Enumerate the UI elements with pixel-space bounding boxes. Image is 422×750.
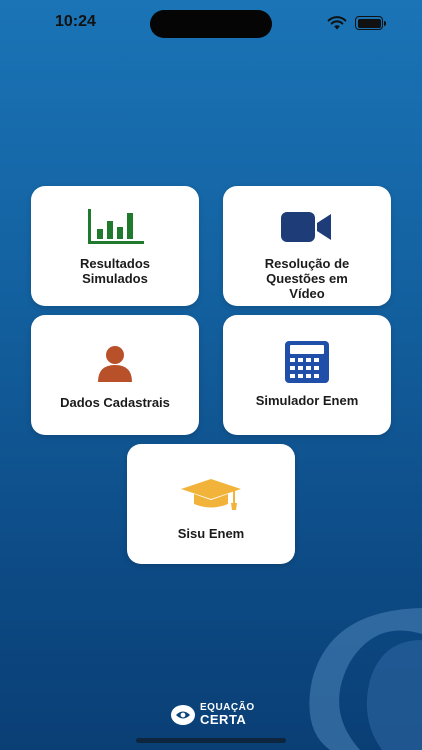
graduation-cap-icon	[181, 479, 241, 510]
tile-dados-cadastrais[interactable]: Dados Cadastrais	[31, 315, 199, 435]
status-time: 10:24	[55, 13, 96, 30]
calculator-icon	[285, 341, 329, 383]
tile-sisu-enem[interactable]: Sisu Enem	[127, 444, 295, 564]
bar-chart-icon	[88, 209, 144, 244]
tile-resolucao-questoes-video[interactable]: Resolução de Questões em Vídeo	[223, 186, 391, 306]
user-icon	[98, 346, 132, 382]
video-camera-icon	[281, 212, 331, 242]
wifi-icon	[327, 16, 347, 30]
tile-label: Dados Cadastrais	[60, 395, 170, 410]
status-bar: 10:24	[0, 0, 422, 46]
battery-icon	[355, 16, 386, 30]
tile-label: Resolução de Questões em Vídeo	[264, 256, 350, 301]
dynamic-island	[150, 10, 272, 38]
tile-simulador-enem[interactable]: Simulador Enem	[223, 315, 391, 435]
home-indicator[interactable]	[136, 738, 286, 743]
tile-label: Resultados Simulados	[79, 256, 151, 286]
tile-resultados-simulados[interactable]: Resultados Simulados	[31, 186, 199, 306]
tile-label: Sisu Enem	[177, 526, 245, 541]
brand-logo: EQUAÇÃO CERTA	[170, 703, 255, 726]
brand-line2: CERTA	[200, 712, 247, 727]
logo-eye-icon	[171, 704, 195, 725]
tile-label: Simulador Enem	[255, 393, 359, 408]
decorative-swoosh	[309, 608, 422, 750]
